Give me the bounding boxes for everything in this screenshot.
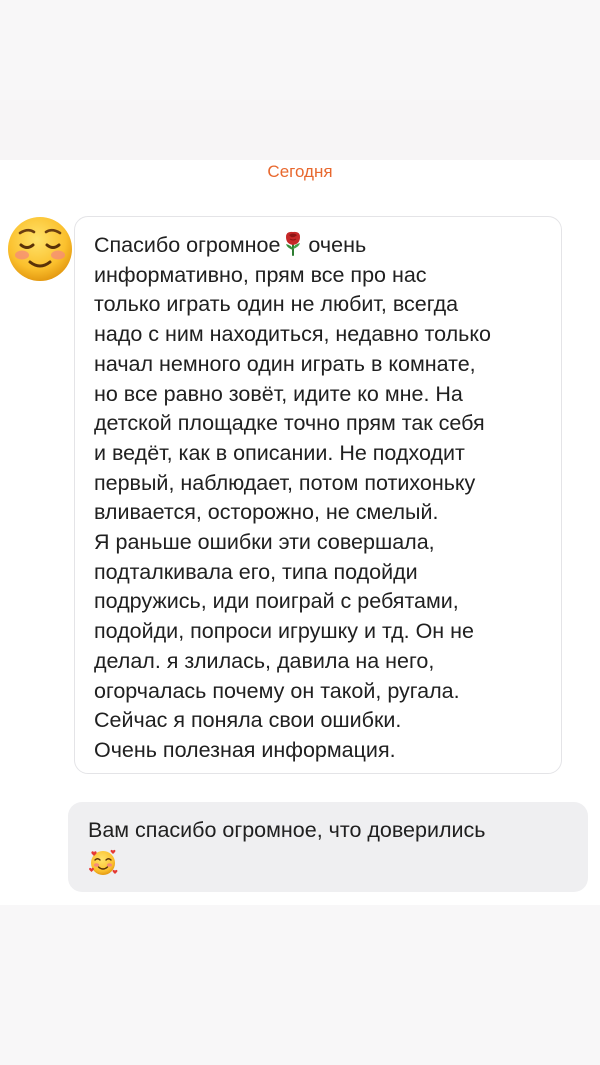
outgoing-message-text: Вам спасибо огромное, что доверились [88, 818, 486, 842]
smiling-face-icon[interactable] [6, 215, 76, 285]
incoming-message-bubble[interactable]: Спасибо огромное очень информативно, пря… [74, 216, 562, 774]
message-line: надо с ним находиться, недавно только [94, 322, 491, 347]
message-line: но все равно зовёт, идите ко мне. На [94, 381, 463, 406]
message-line-text: Спасибо огромное [94, 233, 281, 257]
rose-icon [286, 231, 301, 256]
message-line-text: очень [308, 233, 367, 257]
incoming-message-text: Спасибо огромное очень информативно, пря… [94, 230, 543, 766]
top-bar-divider [0, 100, 600, 160]
message-line: только играть один не любит, всегда [94, 292, 459, 317]
bottom-bar-area [0, 905, 600, 1065]
message-line: подойди, попроси игрушку и тд. Он не [94, 619, 474, 644]
date-separator: Сегодня [267, 162, 333, 181]
message-line: детской площадке точно прям так себя [94, 411, 485, 436]
message-line: огорчалась почему он такой, ругала. [94, 678, 460, 703]
message-line: первый, наблюдает, потом потихоньку [94, 470, 476, 495]
smiling-face-with-hearts-icon [89, 849, 118, 875]
message-line: Сейчас я поняла свои ошибки. [94, 708, 402, 733]
message-line: Спасибо огромное очень [94, 230, 543, 261]
message-line: подружись, иди поиграй с ребятами, [94, 589, 459, 614]
message-line: Я раньше ошибки эти совершала, [94, 530, 435, 555]
chat-screen: Сегодня Спасибо огромное очень информати… [0, 0, 600, 1065]
message-line: вливается, осторожно, не смелый. [94, 500, 439, 525]
message-line: подталкивала его, типа подойди [94, 559, 418, 584]
message-line: делал. я злилась, давила на него, [94, 648, 435, 673]
message-line: и ведёт, как в описании. Не подходит [94, 440, 465, 465]
message-line: информативно, прям все про нас [94, 262, 427, 287]
message-line: начал немного один играть в комнате, [94, 351, 476, 376]
outgoing-message-bubble[interactable]: Вам спасибо огромное, что доверились [68, 802, 588, 892]
top-bar-area [0, 0, 600, 160]
message-line: Очень полезная информация. [94, 737, 396, 762]
